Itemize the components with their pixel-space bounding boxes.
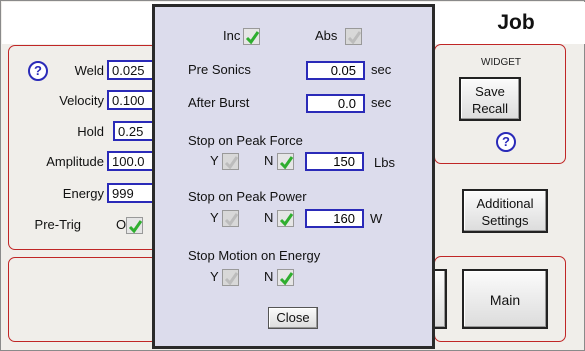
after-burst-unit: sec: [371, 95, 392, 110]
motion-energy-n-label: N: [264, 269, 274, 284]
additional-settings-button[interactable]: Additional Settings: [462, 189, 548, 233]
peak-force-n-label: N: [264, 153, 274, 168]
amplitude-row: Amplitude 100.0: [9, 151, 169, 173]
hold-label: Hold: [77, 124, 104, 139]
advanced-settings-dialog: Inc Abs Pre Sonics 0.05 sec After Burst …: [152, 4, 435, 349]
peak-force-unit: Lbs: [374, 155, 395, 170]
peak-force-n-checkbox[interactable]: [277, 153, 294, 170]
inc-label: Inc: [223, 28, 241, 43]
widget-label: WIDGET: [481, 57, 521, 68]
energy-label: Energy: [62, 186, 104, 201]
peak-power-y-checkbox[interactable]: [222, 210, 239, 227]
after-burst-label: After Burst: [188, 95, 250, 110]
peak-power-input[interactable]: 160: [305, 209, 364, 228]
abs-checkbox[interactable]: [345, 28, 362, 45]
velocity-row: Velocity 0.100: [9, 90, 169, 112]
save-recall-button[interactable]: Save Recall: [459, 77, 521, 121]
after-burst-input[interactable]: 0.0: [306, 94, 365, 113]
pretrig-label: Pre-Trig: [34, 217, 81, 232]
peak-force-y-label: Y: [210, 153, 219, 168]
pre-sonics-label: Pre Sonics: [188, 62, 251, 77]
inc-checkbox[interactable]: [243, 28, 260, 45]
peak-force-title: Stop on Peak Force: [188, 133, 303, 148]
motion-energy-y-label: Y: [210, 269, 219, 284]
close-button[interactable]: Close: [268, 307, 318, 329]
energy-row: Energy 999: [9, 183, 169, 205]
peak-force-input[interactable]: 150: [305, 152, 364, 171]
peak-power-title: Stop on Peak Power: [188, 189, 307, 204]
save-recall-line2: Recall: [471, 101, 509, 116]
hold-row: Hold 0.25: [9, 121, 173, 143]
pre-sonics-unit: sec: [371, 62, 392, 77]
weld-label: Weld: [74, 63, 104, 78]
additional-line2: Settings: [481, 213, 529, 228]
peak-power-unit: W: [370, 211, 383, 226]
pretrig-row: Pre-Trig Off: [9, 214, 169, 236]
peak-power-n-checkbox[interactable]: [277, 210, 294, 227]
widget-help-icon[interactable]: ?: [496, 132, 516, 152]
save-recall-line1: Save: [475, 84, 505, 99]
pretrig-checkbox[interactable]: [126, 217, 143, 234]
peak-power-n-label: N: [264, 210, 274, 225]
peak-force-y-checkbox[interactable]: [222, 153, 239, 170]
bottom-left-panel: [8, 257, 158, 342]
peak-power-y-label: Y: [210, 210, 219, 225]
motion-energy-n-checkbox[interactable]: [277, 269, 294, 286]
job-title: Job: [497, 11, 535, 34]
pre-sonics-input[interactable]: 0.05: [306, 61, 365, 80]
widget-panel: WIDGET Save Recall ?: [434, 44, 566, 164]
motion-energy-title: Stop Motion on Energy: [188, 248, 321, 263]
motion-energy-y-checkbox[interactable]: [222, 269, 239, 286]
abs-label: Abs: [315, 28, 338, 43]
main-button[interactable]: Main: [462, 269, 548, 329]
amplitude-label: Amplitude: [46, 154, 104, 169]
weld-row: Weld 0.025: [9, 60, 169, 82]
velocity-label: Velocity: [59, 93, 104, 108]
additional-line1: Additional: [476, 196, 534, 211]
